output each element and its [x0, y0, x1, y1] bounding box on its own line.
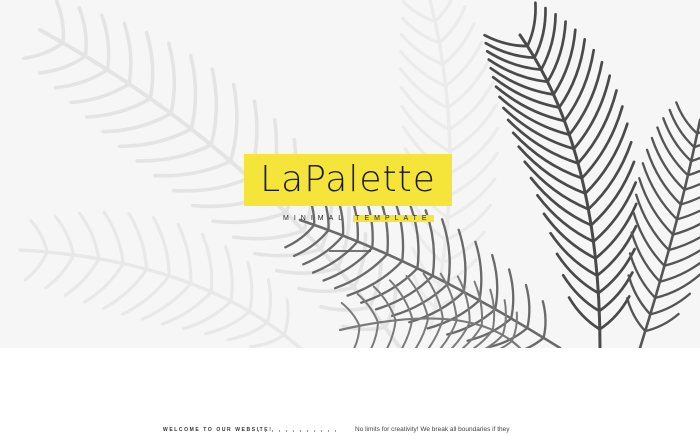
scroll-down-line[interactable]: [329, 250, 371, 252]
logo-text: LaPalette: [260, 159, 436, 200]
subtitle-word: MINIMAL: [283, 214, 348, 222]
intro-tagline: No limits for creativity! We break all b…: [355, 426, 510, 433]
hero-subtitle: MINIMAL TEMPLATE: [283, 212, 434, 224]
subtitle-highlight: TEMPLATE: [353, 214, 434, 222]
logo-badge[interactable]: LaPalette: [244, 154, 452, 206]
hero-section: LaPalette MINIMAL TEMPLATE: [0, 0, 700, 348]
dotted-divider: [258, 430, 338, 432]
welcome-heading: WELCOME TO OUR WEBSITE!: [163, 427, 273, 433]
intro-section: [0, 348, 700, 436]
